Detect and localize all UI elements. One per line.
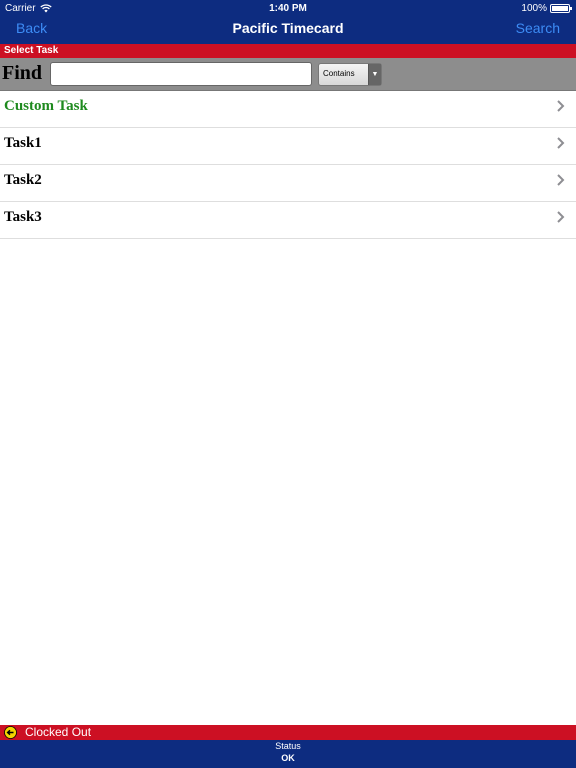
battery-icon bbox=[550, 4, 572, 13]
chevron-right-icon bbox=[557, 174, 565, 186]
clock-status-label: Clocked Out bbox=[25, 725, 92, 739]
dropdown-arrow-icon: ▼ bbox=[368, 64, 381, 85]
task-label: Task3 bbox=[4, 209, 42, 225]
match-mode-value: Contains bbox=[323, 69, 355, 78]
battery-percent: 100% bbox=[521, 3, 547, 14]
page-title: Pacific Timecard bbox=[232, 20, 344, 36]
task-row-custom-task[interactable]: Custom Task bbox=[0, 91, 576, 128]
clock-status-bar: Clocked Out bbox=[0, 725, 576, 740]
clock-time: 1:40 PM bbox=[269, 3, 307, 14]
task-label: Task2 bbox=[4, 172, 42, 188]
task-label: Task1 bbox=[4, 135, 42, 151]
status-bar: Carrier 1:40 PM 100% bbox=[0, 0, 576, 16]
chevron-right-icon bbox=[557, 211, 565, 223]
find-input[interactable] bbox=[50, 62, 312, 86]
task-row-task3[interactable]: Task3 bbox=[0, 202, 576, 239]
find-label: Find bbox=[2, 62, 43, 84]
task-list: Custom Task Task1 Task2 Task3 bbox=[0, 91, 576, 239]
chevron-right-icon bbox=[557, 100, 565, 112]
task-row-task1[interactable]: Task1 bbox=[0, 128, 576, 165]
top-bar: Carrier 1:40 PM 100% Back Pacific Timeca… bbox=[0, 0, 576, 44]
status-value: OK bbox=[281, 753, 295, 763]
battery-status: 100% bbox=[521, 3, 572, 14]
task-label: Custom Task bbox=[4, 98, 88, 114]
section-header: Select Task bbox=[0, 44, 576, 58]
search-button[interactable]: Search bbox=[516, 20, 560, 36]
status-footer: Status OK bbox=[0, 740, 576, 768]
status-caption: Status bbox=[275, 741, 301, 751]
task-row-task2[interactable]: Task2 bbox=[0, 165, 576, 202]
clock-out-icon bbox=[4, 726, 17, 739]
match-mode-select[interactable]: Contains ▼ bbox=[318, 63, 382, 86]
chevron-right-icon bbox=[557, 137, 565, 149]
find-bar: Find Contains ▼ bbox=[0, 58, 576, 91]
